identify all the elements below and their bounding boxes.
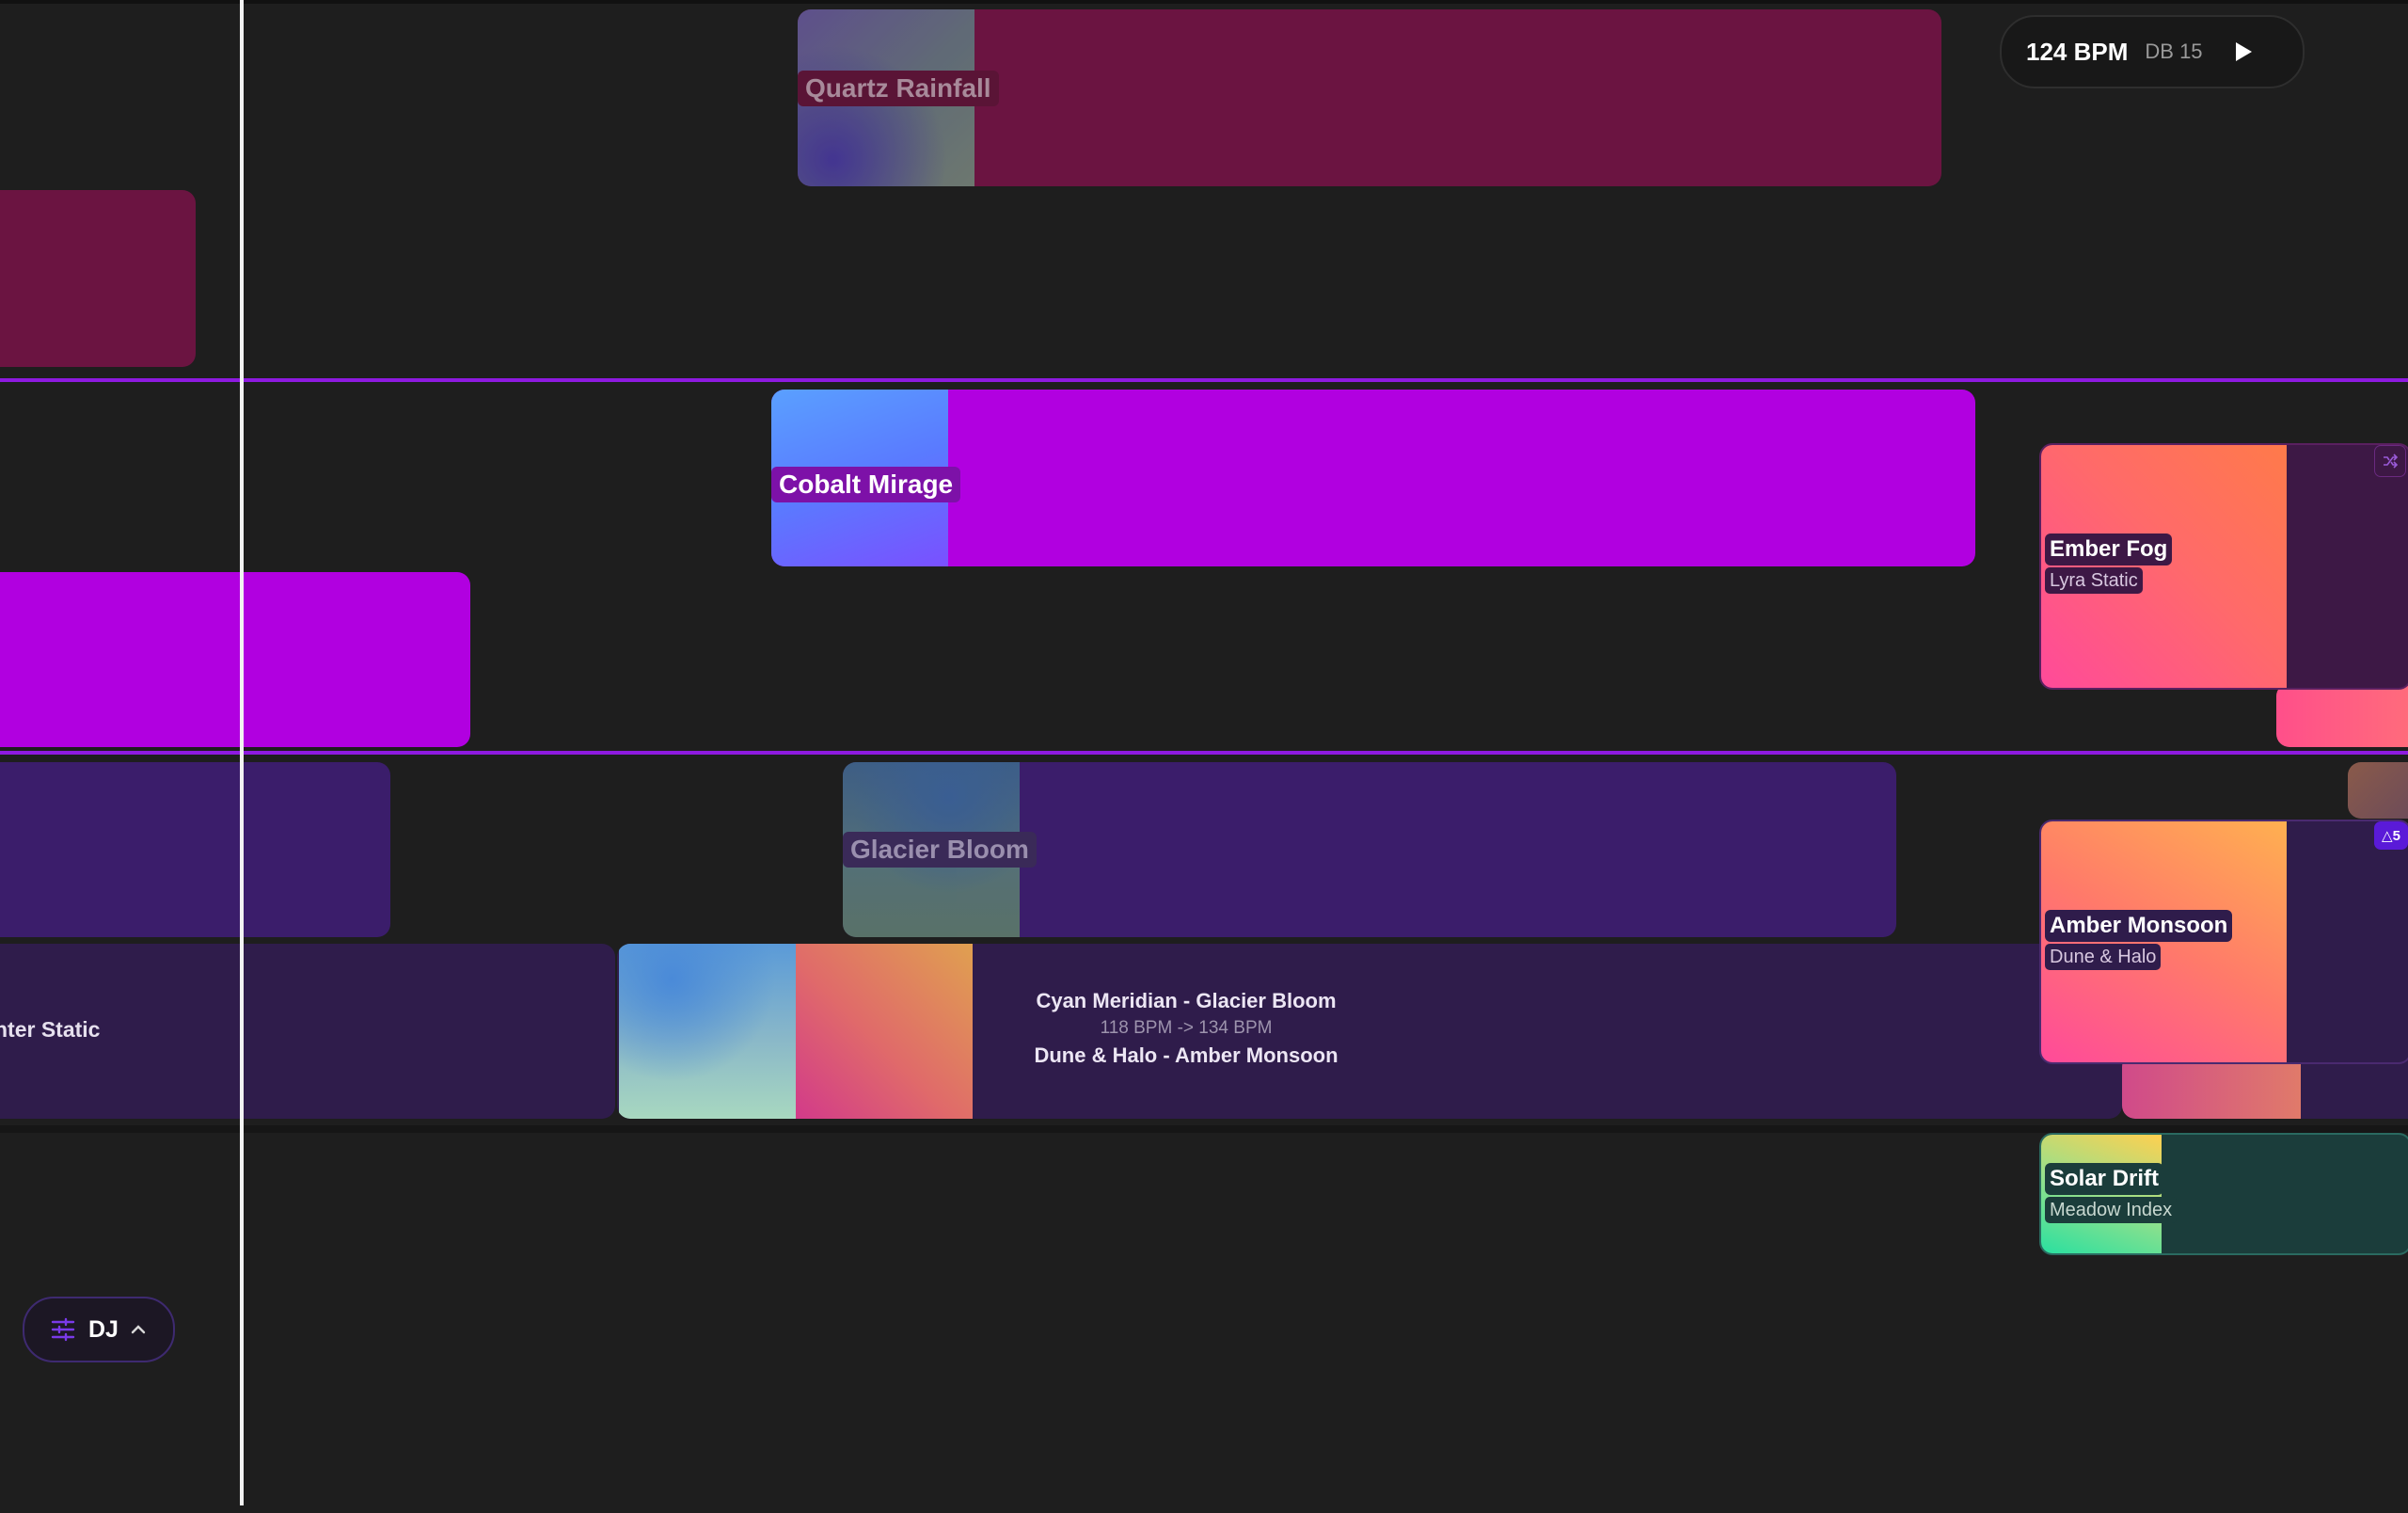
track-block-quartz-rainfall[interactable]: Quartz Rainfall [798, 9, 1941, 186]
key-badge: △5 [2374, 821, 2408, 850]
track-artist: Dune & Halo [2045, 944, 2162, 970]
track-artist: Lyra Static [2045, 567, 2143, 594]
track-title: Amber Monsoon [2045, 910, 2233, 942]
track-title: Glacier Bloom [843, 832, 1037, 868]
album-art [2041, 821, 2287, 1062]
sliders-icon [51, 1317, 75, 1342]
track-title: nter Static [0, 1017, 101, 1042]
transition-bpm: 118 BPM -> 134 BPM [1100, 1018, 1273, 1038]
db-label[interactable]: DB 15 [2145, 40, 2202, 64]
track-artist: Meadow Index [2045, 1197, 2178, 1223]
play-icon [2235, 42, 2252, 61]
track-title: Solar Drift [2045, 1163, 2164, 1195]
chevron-up-icon [131, 1325, 146, 1334]
transition-info: Cyan Meridian - Glacier Bloom 118 BPM ->… [974, 987, 1398, 1070]
transition-to: Dune & Halo - Amber Monsoon [1034, 1043, 1339, 1067]
track-block-glacier-bloom[interactable]: Glacier Bloom [843, 762, 1896, 937]
top-border [0, 0, 2408, 4]
track-block-brown-edge[interactable] [2348, 762, 2408, 819]
track-card-amber-monsoon[interactable]: Amber Monsoon Dune & Halo △5 [2039, 820, 2408, 1064]
album-art [2041, 445, 2287, 688]
playhead[interactable] [240, 0, 244, 1505]
track-block-magenta-left[interactable] [0, 572, 470, 747]
track-card-solar-drift[interactable]: Solar Drift Meadow Index [2039, 1133, 2408, 1255]
transport-pill: 124 BPM DB 15 [2000, 15, 2305, 88]
album-art-to [796, 944, 973, 1119]
play-button[interactable] [2229, 38, 2258, 66]
shuffle-icon[interactable] [2374, 445, 2406, 477]
track-title: Ember Fog [2045, 534, 2173, 565]
transition-block[interactable]: Cyan Meridian - Glacier Bloom 118 BPM ->… [617, 944, 2122, 1119]
track-block-indigo-left[interactable] [0, 762, 390, 937]
album-art-from [619, 944, 796, 1119]
track-block-crimson-left[interactable] [0, 190, 196, 367]
track-title: Quartz Rainfall [798, 71, 999, 106]
dj-menu-button[interactable]: DJ [23, 1297, 175, 1362]
track-card-ember-fog[interactable]: Ember Fog Lyra Static [2039, 443, 2408, 690]
transition-from: Cyan Meridian - Glacier Bloom [1036, 989, 1337, 1012]
dj-label: DJ [88, 1315, 119, 1343]
track-title: Cobalt Mirage [771, 467, 961, 502]
track-block-partial-static[interactable]: nter Static [0, 944, 615, 1119]
bpm-label[interactable]: 124 BPM [2026, 38, 2128, 67]
shuffle-glyph [2384, 454, 2399, 469]
track-block-pink-edge[interactable] [2276, 683, 2408, 747]
track-block-cobalt-mirage[interactable]: Cobalt Mirage [771, 390, 1975, 566]
